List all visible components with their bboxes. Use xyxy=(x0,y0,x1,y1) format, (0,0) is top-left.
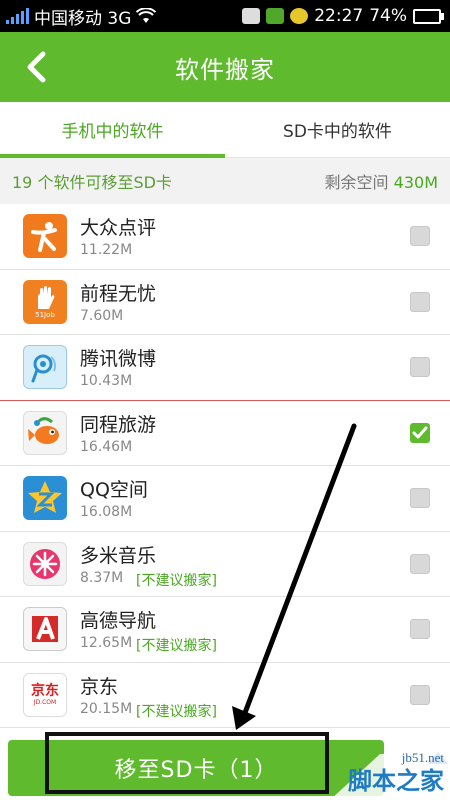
list-item[interactable]: 京东 JD.COM 京东 20.15M [不建议搬家] xyxy=(0,663,450,728)
select-checkbox[interactable] xyxy=(410,684,430,705)
battery-percent: 74% xyxy=(369,6,407,26)
select-checkbox[interactable] xyxy=(410,619,430,639)
select-checkbox[interactable] xyxy=(410,357,430,377)
list-item[interactable]: 多米音乐 8.37M [不建议搬家] xyxy=(0,532,450,597)
annotation-box xyxy=(45,732,329,794)
tab-sd-apps[interactable]: SD卡中的软件 xyxy=(225,102,450,157)
free-space-value: 430M xyxy=(393,173,438,192)
app-list: 大众点评 11.22M 51Job 前程无忧 7.60M 腾讯微博 10.43M xyxy=(0,204,450,734)
wifi-icon xyxy=(136,8,157,23)
app-name: 高德导航 xyxy=(80,610,157,632)
gallery-icon xyxy=(242,8,261,24)
status-bar: 中国移动 3G 22:27 74% xyxy=(0,0,450,32)
app-name: 京东 xyxy=(80,675,119,698)
app-name: 同程旅游 xyxy=(80,413,157,436)
notification-app-icon-2 xyxy=(290,8,309,24)
app-name: 大众点评 xyxy=(80,217,157,239)
list-item[interactable]: 腾讯微博 10.43M xyxy=(0,335,450,401)
free-space-label: 剩余空间 xyxy=(324,173,389,192)
tab-bar: 手机中的软件 SD卡中的软件 xyxy=(0,102,450,158)
free-space: 剩余空间 430M xyxy=(325,169,438,193)
51job-icon-text: 51Job xyxy=(35,310,55,319)
select-checkbox[interactable] xyxy=(410,488,430,508)
not-recommended-label: [不建议搬家] xyxy=(136,572,217,589)
check-icon xyxy=(412,426,428,438)
select-checkbox[interactable] xyxy=(410,553,430,574)
app-name: QQ空间 xyxy=(80,479,148,501)
dianping-icon xyxy=(23,214,67,258)
app-size: 10.43M xyxy=(80,373,133,389)
list-item[interactable]: QQ空间 16.08M xyxy=(0,466,450,532)
app-size: 7.60M xyxy=(80,307,124,324)
duomi-icon xyxy=(23,541,67,586)
tongcheng-icon xyxy=(23,410,67,455)
watermark: jb51.net 脚本之家 xyxy=(310,734,450,800)
chevron-left-icon xyxy=(27,51,46,83)
app-size: 11.22M xyxy=(80,242,133,258)
page-title: 软件搬家 xyxy=(175,55,275,84)
not-recommended-label: [不建议搬家] xyxy=(136,703,217,720)
select-checkbox[interactable] xyxy=(410,422,430,443)
app-name: 前程无忧 xyxy=(80,282,157,305)
jd-icon: 京东 JD.COM xyxy=(23,672,67,717)
info-bar: 19 个软件可移至SD卡 剩余空间 430M xyxy=(0,158,450,204)
app-name: 多米音乐 xyxy=(80,544,157,567)
not-recommended-label: [不建议搬家] xyxy=(136,638,217,654)
battery-icon xyxy=(413,8,444,24)
jd-icon-subtext: JD.COM xyxy=(33,698,57,706)
list-item[interactable]: 高德导航 12.65M [不建议搬家] xyxy=(0,597,450,663)
51job-icon: 51Job xyxy=(23,279,67,324)
amap-icon xyxy=(23,607,67,651)
app-size: 20.15M xyxy=(80,700,133,717)
app-size: 16.46M xyxy=(80,438,133,455)
select-checkbox[interactable] xyxy=(410,291,430,312)
list-item[interactable]: 51Job 前程无忧 7.60M xyxy=(0,270,450,335)
tencent-weibo-icon xyxy=(23,345,67,389)
list-item[interactable]: 大众点评 11.22M xyxy=(0,204,450,270)
movable-count: 19 个软件可移至SD卡 xyxy=(12,173,172,192)
watermark-name: 脚本之家 xyxy=(348,767,444,795)
app-size: 8.37M xyxy=(80,569,124,586)
tab-phone-apps[interactable]: 手机中的软件 xyxy=(0,102,225,158)
app-name: 腾讯微博 xyxy=(80,348,157,370)
jd-icon-text: 京东 xyxy=(31,682,59,699)
select-checkbox[interactable] xyxy=(410,226,430,246)
qzone-icon xyxy=(23,476,67,520)
back-button[interactable] xyxy=(18,48,54,86)
signal-icon xyxy=(6,8,29,24)
carrier-label: 中国移动 3G xyxy=(34,8,132,29)
app-size: 16.08M xyxy=(80,504,133,520)
app-header: 软件搬家 xyxy=(0,32,450,102)
clock: 22:27 xyxy=(314,6,364,26)
notification-app-icon xyxy=(266,8,285,24)
list-item[interactable]: 同程旅游 16.46M xyxy=(0,401,450,466)
app-size: 12.65M xyxy=(80,635,133,651)
